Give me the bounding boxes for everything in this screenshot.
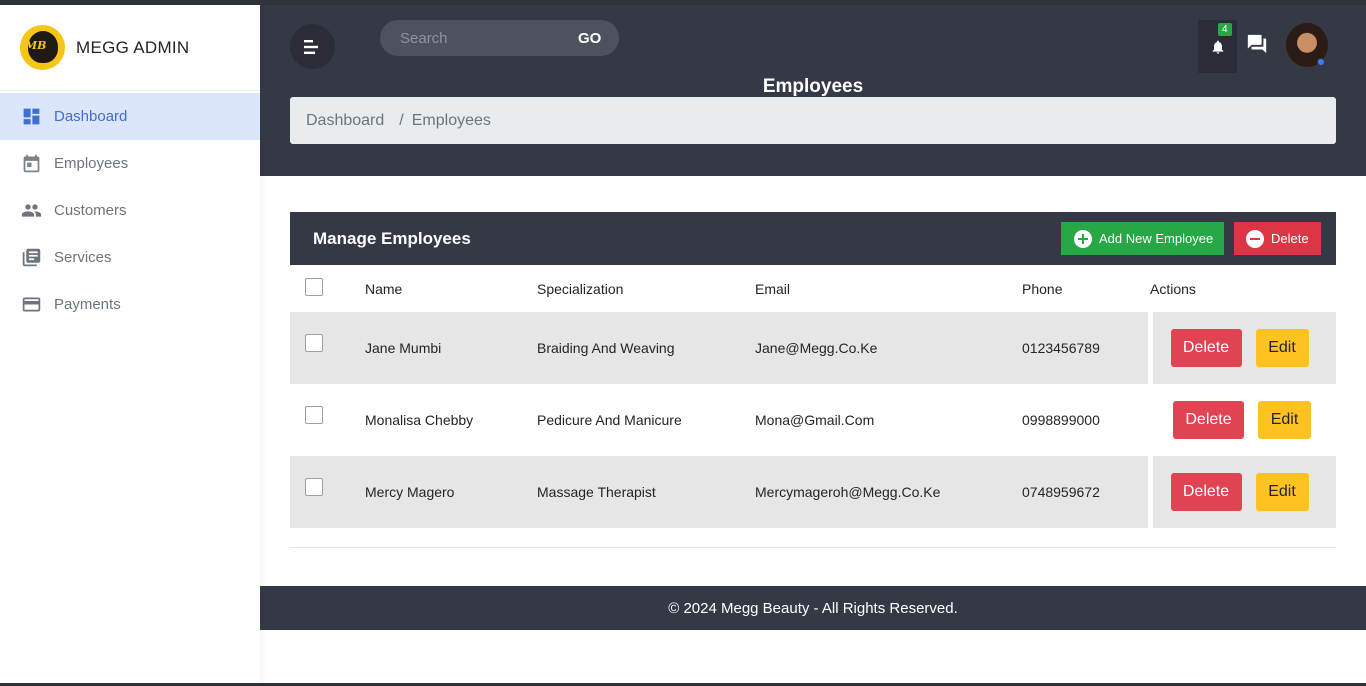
sidebar-item-label: Customers xyxy=(54,202,127,219)
cell-name: Mercy Magero xyxy=(365,484,455,500)
card-title: Manage Employees xyxy=(313,228,471,248)
row-edit-button[interactable]: Edit xyxy=(1255,473,1309,511)
column-header-email: Email xyxy=(755,280,791,297)
cell-name: Monalisa Chebby xyxy=(365,412,474,428)
search-bar: GO xyxy=(380,20,619,56)
window-top-strip xyxy=(0,0,1366,5)
add-circle-icon xyxy=(1074,229,1092,248)
brand-name: MEGG ADMIN xyxy=(76,37,190,57)
sidebar-item-label: Dashboard xyxy=(54,108,128,125)
notification-count-badge: 4 xyxy=(1218,23,1232,36)
add-new-employee-label: Add New Employee xyxy=(1099,231,1214,246)
select-all-checkbox[interactable] xyxy=(305,278,323,296)
breadcrumb-dashboard[interactable]: Dashboard xyxy=(306,112,384,130)
breadcrumb-separator: / xyxy=(399,111,404,129)
cell-actions: Delete Edit xyxy=(1150,384,1336,456)
search-go-button[interactable]: GO xyxy=(578,30,601,47)
search-input[interactable] xyxy=(380,29,560,47)
breadcrumb-employees: Employees xyxy=(411,111,491,129)
row-checkbox[interactable] xyxy=(305,406,323,424)
card-header: Manage Employees Add New Employee Delete xyxy=(290,212,1336,265)
delete-selected-button[interactable]: Delete xyxy=(1234,222,1321,255)
menu-toggle-button[interactable] xyxy=(290,24,335,69)
cell-email: Mona@Gmail.Com xyxy=(755,412,875,428)
cell-specialization: Massage Therapist xyxy=(537,484,656,500)
notifications-button[interactable]: 4 xyxy=(1198,20,1237,73)
column-header-name: Name xyxy=(365,280,403,297)
sidebar-item-label: Services xyxy=(54,249,112,266)
cell-phone: 0748959672 xyxy=(1022,484,1100,500)
cell-specialization: Braiding And Weaving xyxy=(537,340,675,356)
sidebar-item-label: Employees xyxy=(54,155,129,172)
table-row: Mercy Magero Massage Therapist Mercymage… xyxy=(290,456,1336,528)
people-icon xyxy=(21,200,42,221)
row-checkbox[interactable] xyxy=(305,334,323,352)
chat-icon[interactable] xyxy=(1246,33,1268,55)
sidebar-item-label: Payments xyxy=(54,296,121,313)
row-checkbox[interactable] xyxy=(305,478,323,496)
header: GO 4 Employees Dashboard / Employees xyxy=(260,5,1366,176)
copyright-text: © 2024 Megg Beauty - All Rights Reserved… xyxy=(668,599,958,617)
employees-table: Name Specialization Email Phone Actions … xyxy=(290,265,1336,528)
menu-icon xyxy=(303,39,318,54)
row-delete-button[interactable]: Delete xyxy=(1173,401,1244,439)
brand-logo: MB xyxy=(20,25,65,70)
cell-phone: 0123456789 xyxy=(1022,340,1100,356)
remove-circle-icon xyxy=(1246,229,1264,248)
manage-employees-card: Manage Employees Add New Employee Delete… xyxy=(290,212,1336,548)
cell-name: Jane Mumbi xyxy=(365,340,442,356)
row-select-cell xyxy=(290,312,365,384)
credit-card-icon xyxy=(21,294,42,315)
row-select-cell xyxy=(290,384,365,456)
cell-actions: Delete Edit xyxy=(1147,312,1336,384)
library-books-icon xyxy=(21,247,42,268)
sidebar-item-customers[interactable]: Customers xyxy=(0,187,260,234)
sidebar-item-dashboard[interactable]: Dashboard xyxy=(0,93,260,140)
calendar-icon xyxy=(21,153,42,174)
row-delete-button[interactable]: Delete xyxy=(1170,473,1242,511)
table-row: Monalisa Chebby Pedicure And Manicure Mo… xyxy=(290,384,1336,456)
breadcrumb: Dashboard / Employees xyxy=(290,97,1336,144)
cell-email: Jane@Megg.Co.Ke xyxy=(755,340,878,356)
sidebar-item-employees[interactable]: Employees xyxy=(0,140,260,187)
column-header-phone: Phone xyxy=(1022,280,1063,297)
cell-email: Mercymageroh@Megg.Co.Ke xyxy=(755,484,941,500)
sidebar: MB MEGG ADMIN Dashboard Employees Custom… xyxy=(0,5,260,683)
cell-actions: Delete Edit xyxy=(1147,456,1336,528)
footer: © 2024 Megg Beauty - All Rights Reserved… xyxy=(260,586,1366,630)
row-edit-button[interactable]: Edit xyxy=(1255,329,1309,367)
add-new-employee-button[interactable]: Add New Employee xyxy=(1061,222,1224,255)
cell-phone: 0998899000 xyxy=(1022,412,1100,428)
row-select-cell xyxy=(290,456,365,528)
sidebar-item-services[interactable]: Services xyxy=(0,234,260,281)
column-header-actions: Actions xyxy=(1150,280,1196,297)
row-edit-button[interactable]: Edit xyxy=(1258,401,1311,439)
cell-specialization: Pedicure And Manicure xyxy=(537,412,682,428)
online-status-dot xyxy=(1317,58,1325,66)
bell-icon xyxy=(1212,40,1223,54)
select-all-cell xyxy=(290,265,365,312)
table-row: Jane Mumbi Braiding And Weaving Jane@Meg… xyxy=(290,312,1336,384)
column-header-specialization: Specialization xyxy=(537,280,624,297)
delete-selected-label: Delete xyxy=(1271,231,1309,246)
dashboard-icon xyxy=(21,106,42,127)
page-title: Employees xyxy=(762,76,864,97)
sidebar-nav: Dashboard Employees Customers Services P… xyxy=(0,93,260,328)
row-delete-button[interactable]: Delete xyxy=(1170,329,1242,367)
table-header-row: Name Specialization Email Phone Actions xyxy=(290,265,1336,312)
sidebar-item-payments[interactable]: Payments xyxy=(0,281,260,328)
brand: MB MEGG ADMIN xyxy=(0,5,260,91)
